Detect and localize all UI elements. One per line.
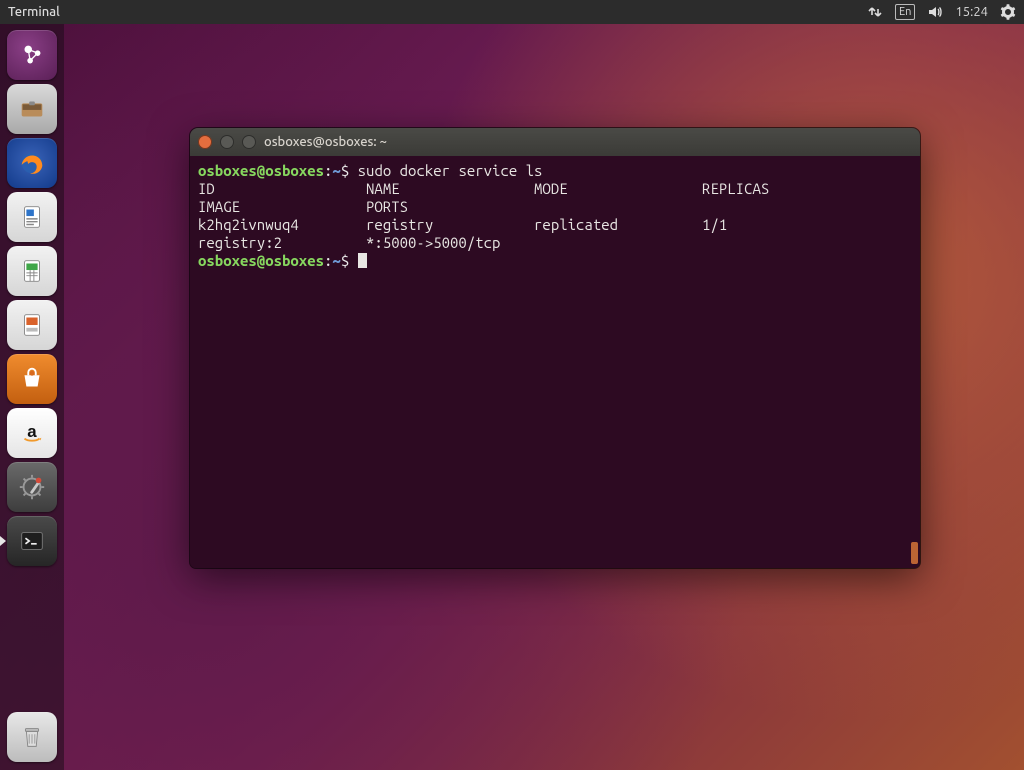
session-gear-icon[interactable] <box>1000 4 1016 20</box>
prompt-userhost: osboxes@osboxes <box>198 162 324 179</box>
window-title: osboxes@osboxes: ~ <box>264 135 387 149</box>
indicator-area: En 15:24 <box>867 4 1016 20</box>
launcher-dash-icon[interactable] <box>7 30 57 80</box>
launcher-software-icon[interactable] <box>7 354 57 404</box>
prompt-path: ~ <box>332 162 340 179</box>
launcher-firefox-icon[interactable] <box>7 138 57 188</box>
cell-image: registry:2 <box>198 234 282 251</box>
launcher-amazon-icon[interactable]: a <box>7 408 57 458</box>
prompt2-path: ~ <box>332 252 340 269</box>
header-name: NAME <box>366 180 400 197</box>
svg-text:a: a <box>27 422 37 441</box>
unity-launcher: a <box>0 24 64 770</box>
launcher-terminal-icon[interactable] <box>7 516 57 566</box>
cell-name: registry <box>366 216 433 233</box>
clock[interactable]: 15:24 <box>955 5 988 19</box>
launcher-files-icon[interactable] <box>7 84 57 134</box>
cell-id: k2hq2ivnwuq4 <box>198 216 299 233</box>
active-app-title: Terminal <box>8 5 60 19</box>
prompt2-sigil: $ <box>341 252 349 269</box>
window-minimize-button[interactable] <box>220 135 234 149</box>
entered-command: sudo docker service ls <box>358 162 543 179</box>
window-maximize-button[interactable] <box>242 135 256 149</box>
launcher-trash-icon[interactable] <box>7 712 57 762</box>
launcher-calc-icon[interactable] <box>7 246 57 296</box>
terminal-window[interactable]: osboxes@osboxes: ~ osboxes@osboxes:~$ su… <box>190 128 920 568</box>
network-icon[interactable] <box>867 4 883 20</box>
launcher-writer-icon[interactable] <box>7 192 57 242</box>
terminal-cursor <box>358 253 367 268</box>
cell-ports: *:5000->5000/tcp <box>366 234 500 251</box>
terminal-scrollbar-thumb[interactable] <box>911 542 918 564</box>
prompt2-userhost: osboxes@osboxes <box>198 252 324 269</box>
launcher-impress-icon[interactable] <box>7 300 57 350</box>
terminal-body[interactable]: osboxes@osboxes:~$ sudo docker service l… <box>190 156 920 568</box>
launcher-settings-icon[interactable] <box>7 462 57 512</box>
top-menubar: Terminal En 15:24 <box>0 0 1024 24</box>
prompt-sigil: $ <box>341 162 349 179</box>
window-close-button[interactable] <box>198 135 212 149</box>
header-image: IMAGE <box>198 198 240 215</box>
cell-replicas: 1/1 <box>702 216 727 233</box>
sound-icon[interactable] <box>927 4 943 20</box>
window-titlebar[interactable]: osboxes@osboxes: ~ <box>190 128 920 156</box>
header-replicas: REPLICAS <box>702 180 769 197</box>
header-mode: MODE <box>534 180 568 197</box>
keyboard-language-indicator[interactable]: En <box>895 4 915 20</box>
header-ports: PORTS <box>366 198 408 215</box>
header-id: ID <box>198 180 215 197</box>
cell-mode: replicated <box>534 216 618 233</box>
